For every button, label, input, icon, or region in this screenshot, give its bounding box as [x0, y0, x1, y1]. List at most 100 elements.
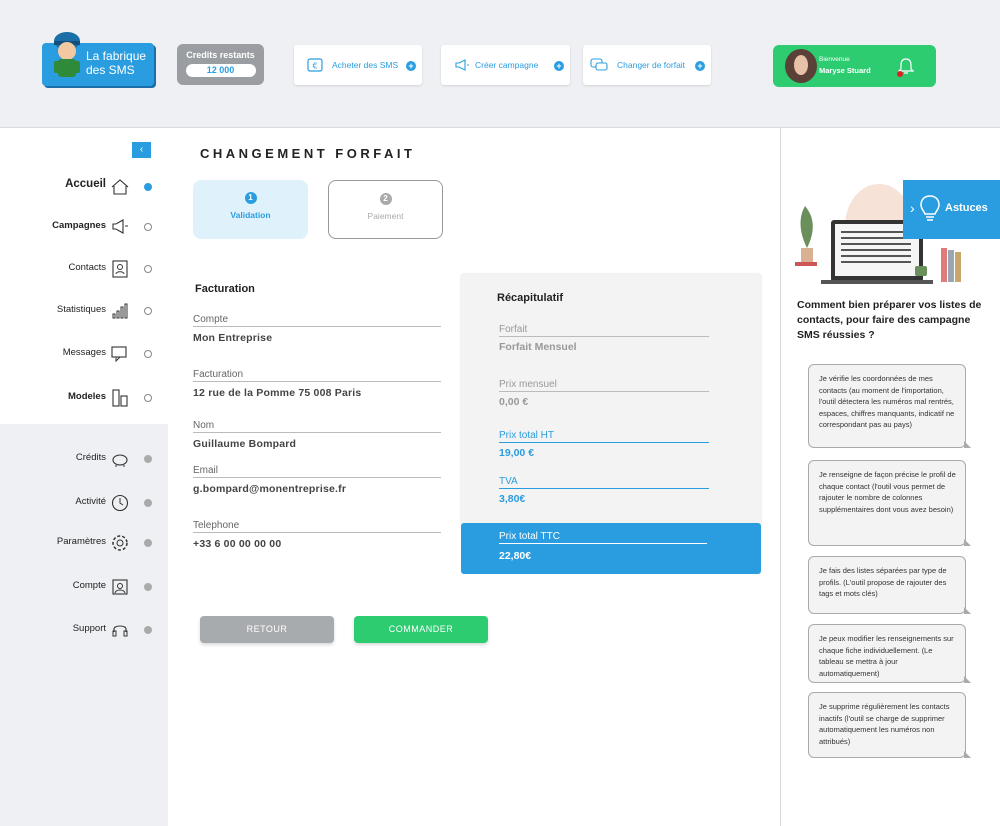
- total-ttc-panel: Prix total TTC 22,80€: [461, 523, 761, 574]
- recap-tva: TVA 3,80€: [499, 476, 709, 505]
- sidebar-item-label: Activité: [75, 496, 106, 507]
- step-label: Paiement: [367, 211, 404, 221]
- tip-text: Je vérifie les coordonnées de mes contac…: [819, 374, 955, 429]
- sidebar-item-accueil[interactable]: Accueil: [0, 176, 168, 198]
- sidebar-item-support[interactable]: Support: [0, 619, 168, 641]
- field-nom: Nom Guillaume Bompard: [193, 420, 441, 450]
- sidebar-item-label: Statistiques: [56, 304, 106, 315]
- avatar[interactable]: [785, 49, 817, 83]
- change-plan-label: Changer de forfait: [617, 60, 686, 70]
- recap-value: 0,00 €: [499, 396, 529, 408]
- status-dot: [144, 223, 152, 231]
- billing-title: Facturation: [195, 283, 255, 295]
- chat-bubbles-icon: [590, 58, 608, 71]
- status-dot: [144, 583, 152, 591]
- step-label: Validation: [230, 210, 271, 220]
- step-number: 1: [244, 192, 257, 204]
- headset-icon: [112, 625, 128, 637]
- plus-icon: +: [554, 61, 564, 71]
- logo-line-2: des SMS: [86, 63, 135, 77]
- mascot-icon: [54, 32, 80, 77]
- field-facturation: Facturation 12 rue de la Pomme 75 008 Pa…: [193, 369, 441, 399]
- order-button[interactable]: COMMANDER: [354, 616, 488, 643]
- logo-text: La fabrique des SMS: [86, 49, 146, 77]
- field-value: g.bompard@monentreprise.fr: [193, 483, 347, 495]
- create-campaign-button[interactable]: Créer campagne +: [441, 45, 570, 85]
- recap-value: 19,00 €: [499, 447, 535, 459]
- tip-text: Je fais des listes séparées par type de …: [819, 566, 947, 598]
- sidebar-item-label: Compte: [72, 580, 106, 591]
- status-dot: [144, 455, 152, 463]
- status-dot: [144, 307, 152, 315]
- user-icon: [112, 579, 128, 595]
- tip-card: Je vérifie les coordonnées de mes contac…: [808, 364, 971, 448]
- step-paiement[interactable]: 2 Paiement: [328, 180, 443, 239]
- templates-icon: [112, 389, 128, 407]
- step-number: 2: [379, 193, 392, 205]
- gear-icon: [112, 535, 128, 551]
- tip-card: Je fais des listes séparées par type de …: [808, 556, 971, 614]
- active-indicator: [144, 183, 152, 191]
- sidebar-item-credits[interactable]: Crédits: [0, 448, 168, 470]
- sidebar-item-messages[interactable]: Messages: [0, 343, 168, 365]
- sidebar-item-label: Contacts: [68, 262, 107, 273]
- field-compte: Compte Mon Entreprise: [193, 314, 441, 344]
- megaphone-icon: [112, 219, 128, 234]
- bubble-tail: [964, 676, 971, 683]
- astuces-tab[interactable]: › Astuces: [903, 180, 1000, 239]
- sidebar-item-label: Campagnes: [52, 220, 106, 231]
- sidebar: ‹ Accueil Campagnes Contacts Statistique…: [0, 128, 168, 826]
- sidebar-item-activite[interactable]: Activité: [0, 492, 168, 514]
- step-validation[interactable]: 1 Validation: [193, 180, 308, 239]
- home-icon: [111, 179, 129, 195]
- recap-label: TVA: [499, 476, 709, 489]
- tip-text: Je peux modifier les renseignements sur …: [819, 634, 954, 678]
- sidebar-item-contacts[interactable]: Contacts: [0, 258, 168, 280]
- field-value: +33 6 00 00 00 00: [193, 538, 282, 550]
- recap-value: 3,80€: [499, 493, 526, 505]
- sidebar-item-label: Accueil: [65, 178, 106, 190]
- buy-sms-button[interactable]: € Acheter des SMS +: [294, 45, 422, 85]
- field-label: Compte: [193, 314, 441, 327]
- notification-dot: [897, 71, 903, 77]
- recap-prix-ht: Prix total HT 19,00 €: [499, 430, 709, 459]
- tip-card: Je peux modifier les renseignements sur …: [808, 624, 971, 683]
- lightbulb-icon: [920, 195, 940, 221]
- sidebar-item-modeles[interactable]: Modeles: [0, 387, 168, 409]
- field-label: Email: [193, 465, 441, 478]
- logo-line-1: La fabrique: [86, 49, 147, 63]
- recap-label: Forfait: [499, 324, 709, 337]
- user-panel[interactable]: Bienvenue Maryse Stuard: [773, 45, 936, 87]
- app-logo[interactable]: La fabrique des SMS: [42, 32, 154, 86]
- sidebar-item-statistiques[interactable]: Statistiques: [0, 300, 168, 322]
- tip-card: Je renseigne de façon précise le profil …: [808, 460, 971, 546]
- plus-icon: +: [695, 61, 705, 71]
- svg-text:€: €: [312, 62, 317, 71]
- field-telephone: Telephone +33 6 00 00 00 00: [193, 520, 441, 550]
- welcome-text: Bienvenue: [819, 56, 850, 63]
- bubble-tail: [964, 441, 971, 448]
- bubble-tail: [964, 539, 971, 546]
- sidebar-item-parametres[interactable]: Paramètres: [0, 532, 168, 554]
- tips-panel: › Astuces Comment bien préparer vos list…: [780, 128, 1000, 826]
- tip-text: Je supprime régulièrement les contacts i…: [819, 702, 950, 746]
- sidebar-item-compte[interactable]: Compte: [0, 576, 168, 598]
- status-dot: [144, 394, 152, 402]
- tips-heading: Comment bien préparer vos listes de cont…: [797, 299, 982, 341]
- recap-value: Forfait Mensuel: [499, 341, 577, 353]
- sidebar-item-label: Crédits: [75, 452, 106, 463]
- chat-icon: [111, 346, 127, 363]
- user-name: Maryse Stuard: [819, 66, 871, 75]
- field-value: Guillaume Bompard: [193, 438, 297, 450]
- status-dot: [144, 350, 152, 358]
- recap-label: Prix total HT: [499, 430, 709, 443]
- sidebar-item-label: Messages: [62, 347, 106, 358]
- bubble-tail: [964, 607, 971, 614]
- sidebar-item-campagnes[interactable]: Campagnes: [0, 216, 168, 238]
- change-plan-button[interactable]: Changer de forfait +: [583, 45, 711, 85]
- status-dot: [144, 626, 152, 634]
- sidebar-item-label: Paramètres: [56, 536, 106, 547]
- back-button[interactable]: RETOUR: [200, 616, 334, 643]
- collapse-sidebar-button[interactable]: ‹: [132, 142, 151, 158]
- tip-card: Je supprime régulièrement les contacts i…: [808, 692, 971, 758]
